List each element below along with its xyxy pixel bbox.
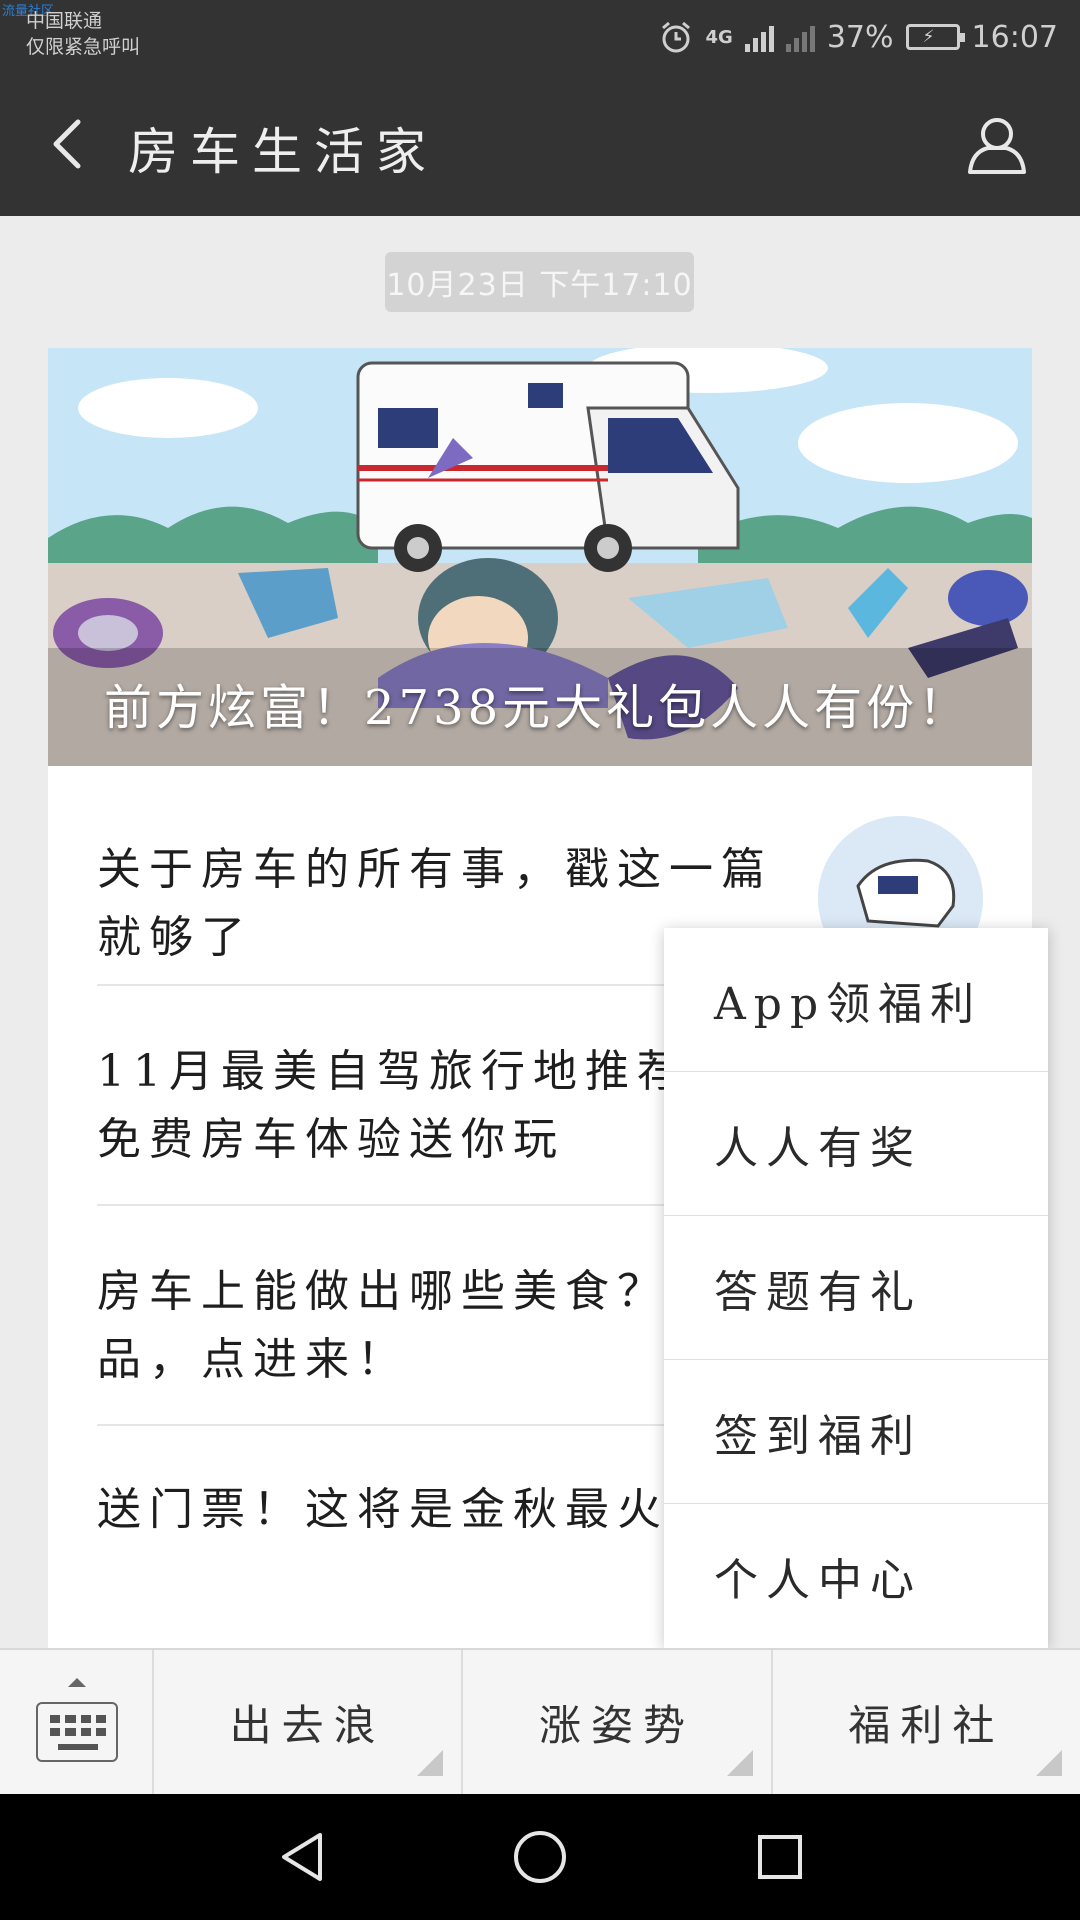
menu-item-app-welfare[interactable]: App领福利 bbox=[664, 928, 1048, 1072]
status-icons: 4G 37% ⚡ 16:07 bbox=[658, 14, 1058, 60]
page-title: 房车生活家 bbox=[128, 123, 438, 181]
menu-tab-welfare[interactable]: 福利社 bbox=[773, 1650, 1080, 1794]
square-recents-icon bbox=[758, 1835, 802, 1879]
title-bar: 房车生活家 bbox=[0, 74, 1080, 216]
signal-no-sim-icon bbox=[785, 22, 815, 52]
menu-item-everyone-wins[interactable]: 人人有奖 bbox=[664, 1072, 1048, 1216]
status-bar: 流量社区 中国联通 仅限紧急呼叫 4G 37% ⚡ 16:07 bbox=[0, 0, 1080, 74]
menu-item-personal-center[interactable]: 个人中心 bbox=[664, 1504, 1048, 1648]
menu-item-quiz-prize[interactable]: 答题有礼 bbox=[664, 1216, 1048, 1360]
alarm-icon bbox=[658, 19, 694, 55]
nav-home-button[interactable] bbox=[510, 1827, 570, 1887]
battery-percent: 37% bbox=[826, 19, 894, 55]
network-4g-label: 4G bbox=[705, 26, 733, 48]
back-arrow-icon bbox=[53, 119, 81, 169]
popup-menu: App领福利 人人有奖 答题有礼 签到福利 个人中心 bbox=[664, 928, 1048, 1648]
bottom-menu-bar: 出去浪 涨姿势 福利社 bbox=[0, 1648, 1080, 1794]
menu-tab-label: 涨姿势 bbox=[538, 1700, 695, 1750]
banner-title: 前方炫富！2738元大礼包人人有份！ bbox=[104, 680, 971, 736]
nav-recents-button[interactable] bbox=[750, 1827, 810, 1887]
menu-tab-go-out[interactable]: 出去浪 bbox=[154, 1650, 464, 1794]
carrier-status: 仅限紧急呼叫 bbox=[26, 36, 141, 58]
battery-icon: ⚡ bbox=[905, 24, 965, 50]
keyboard-icon bbox=[36, 1702, 118, 1762]
submenu-indicator-icon bbox=[1035, 1750, 1062, 1776]
keyboard-toggle-button[interactable] bbox=[0, 1650, 154, 1794]
menu-tab-label: 福利社 bbox=[848, 1700, 1005, 1750]
menu-item-checkin-welfare[interactable]: 签到福利 bbox=[664, 1360, 1048, 1504]
submenu-indicator-icon bbox=[417, 1750, 444, 1776]
menu-tab-label: 出去浪 bbox=[229, 1700, 386, 1750]
menu-tab-knowledge[interactable]: 涨姿势 bbox=[463, 1650, 773, 1794]
system-nav-bar bbox=[0, 1794, 1080, 1920]
carrier-info: 中国联通 仅限紧急呼叫 bbox=[26, 8, 140, 60]
banner-article[interactable]: 前方炫富！2738元大礼包人人有份！ bbox=[48, 348, 1032, 766]
nav-back-button[interactable] bbox=[272, 1827, 332, 1887]
profile-button[interactable] bbox=[964, 112, 1030, 178]
carrier-name: 中国联通 bbox=[26, 10, 103, 32]
message-timestamp: 10月23日 下午17:10 bbox=[385, 252, 694, 312]
submenu-indicator-icon bbox=[726, 1750, 753, 1776]
back-button[interactable] bbox=[40, 114, 100, 174]
clock: 16:07 bbox=[971, 19, 1058, 55]
signal-icon bbox=[744, 22, 774, 52]
circle-home-icon bbox=[514, 1831, 566, 1883]
caret-up-icon bbox=[68, 1678, 86, 1687]
person-icon bbox=[968, 118, 1026, 174]
triangle-back-icon bbox=[282, 1833, 322, 1881]
